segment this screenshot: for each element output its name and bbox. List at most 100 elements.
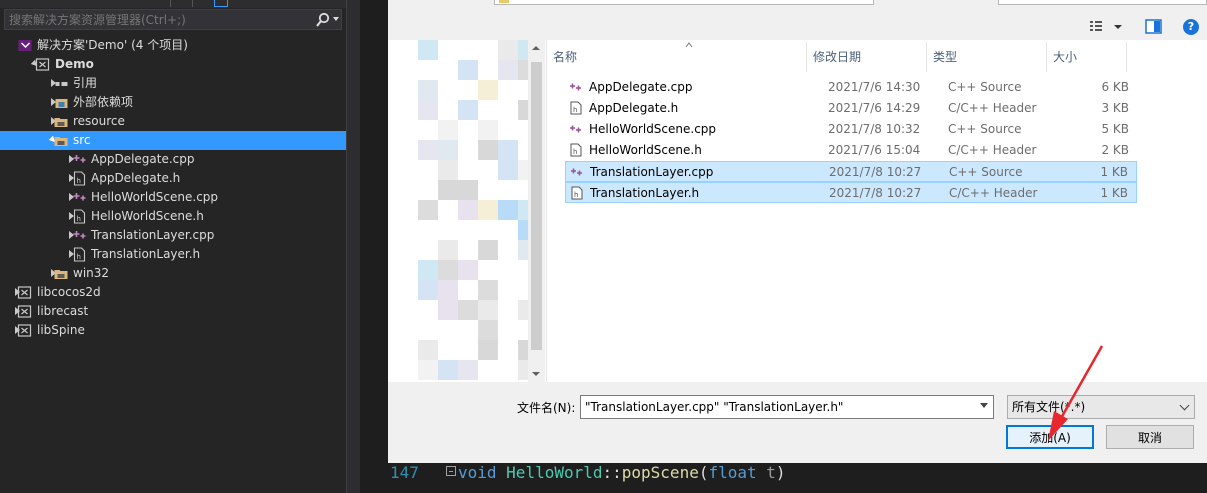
details-view-icon[interactable] <box>1088 18 1128 36</box>
toolbar-button[interactable] <box>170 0 184 7</box>
cpp-file-icon <box>570 125 581 133</box>
tree-item[interactable]: AppDelegate.cpp <box>0 150 346 169</box>
code-line[interactable]: void HelloWorld::popScene(float t) <box>458 463 786 482</box>
column-label: 大小 <box>1053 50 1078 64</box>
svg-text:h: h <box>574 191 578 199</box>
tree-item[interactable]: libSpine <box>0 321 346 340</box>
blurred-tile <box>418 360 438 380</box>
tree-item[interactable]: Demo <box>0 55 346 74</box>
file-type: C++ Source <box>948 122 1022 136</box>
file-row[interactable]: h TranslationLayer.h 2021/7/8 10:27 C/C++ H… <box>565 182 1137 203</box>
tree-item[interactable]: 引用 <box>0 74 346 93</box>
preview-pane-icon[interactable] <box>1145 19 1162 34</box>
blurred-tile <box>478 300 498 320</box>
blurred-tile <box>478 240 498 260</box>
file-row[interactable]: HelloWorldScene.cpp 2021/7/8 10:32 C++ Sou… <box>565 119 1137 140</box>
blurred-tile <box>458 60 478 80</box>
tree-item[interactable]: TranslationLayer.cpp <box>0 226 346 245</box>
tree-item[interactable]: librecast <box>0 302 346 321</box>
cpp-file-icon <box>73 193 86 201</box>
blurred-tile <box>438 180 458 200</box>
tree-item[interactable]: src <box>0 131 346 150</box>
blurred-tile <box>438 280 458 300</box>
file-list[interactable]: 名称 修改日期 类型 大小 AppDelegate.cpp 2021/7/6 14… <box>546 40 1207 382</box>
tree-item[interactable]: 解决方案'Demo' (4 个项目) <box>0 36 346 55</box>
tree-item[interactable]: h TranslationLayer.h <box>0 245 346 264</box>
file-row[interactable]: h AppDelegate.h 2021/7/6 14:29 C/C++ Header… <box>565 98 1137 119</box>
toolbar-button[interactable] <box>192 0 206 7</box>
column-header-date[interactable]: 修改日期 <box>807 42 927 72</box>
chevron-down-icon <box>1179 400 1190 411</box>
blurred-tile <box>458 360 478 380</box>
class-name: HelloWorld <box>506 463 603 482</box>
tree-item-label: AppDelegate.cpp <box>91 152 195 166</box>
svg-text:h: h <box>77 215 81 223</box>
tree-item[interactable]: h HelloWorldScene.h <box>0 207 346 226</box>
tree-item[interactable]: resource <box>0 112 346 131</box>
code-editor[interactable]: 147 void HelloWorld::popScene(float t) <box>360 463 1207 493</box>
cancel-button[interactable]: 取消 <box>1106 425 1194 449</box>
column-header-size[interactable]: 大小 <box>1047 42 1127 72</box>
file-row[interactable]: AppDelegate.cpp 2021/7/6 14:30 C++ Source 6… <box>565 77 1137 98</box>
blurred-tile <box>418 260 438 280</box>
tree-item[interactable]: h AppDelegate.h <box>0 169 346 188</box>
header-file-icon: h <box>571 186 583 200</box>
collapse-icon[interactable] <box>446 466 456 476</box>
blurred-tile <box>418 200 438 220</box>
scrollbar-thumb[interactable] <box>531 62 542 350</box>
tree-item-label: 外部依赖项 <box>73 95 134 109</box>
blurred-tile <box>498 160 518 180</box>
blurred-tile <box>478 340 498 360</box>
chevron-down-icon[interactable] <box>333 17 339 21</box>
cpp-file-icon <box>73 155 86 163</box>
explorer-search-input[interactable] <box>5 10 305 29</box>
tree-item-label: AppDelegate.h <box>91 171 181 185</box>
blurred-tile <box>498 40 518 60</box>
file-type-filter-select[interactable]: 所有文件(*.*) <box>1007 395 1195 419</box>
file-name: HelloWorldScene.h <box>589 143 702 157</box>
blurred-tile <box>458 100 478 120</box>
filter-folder-icon <box>54 118 68 127</box>
file-type: C/C++ Header <box>949 186 1038 200</box>
project-icon <box>17 286 32 299</box>
address-bar[interactable] <box>494 0 874 5</box>
cpp-file-icon <box>571 168 582 176</box>
tree-item[interactable]: 外部依赖项 <box>0 93 346 112</box>
navigation-pane[interactable] <box>388 40 546 382</box>
header-file-icon: h <box>570 101 582 115</box>
file-type: C/C++ Header <box>948 143 1037 157</box>
references-icon <box>55 82 68 86</box>
blurred-tile <box>498 200 518 220</box>
column-header-name[interactable]: 名称 <box>547 42 807 72</box>
tree-item[interactable]: libcocos2d <box>0 283 346 302</box>
navigation-scrollbar[interactable] <box>528 40 545 382</box>
blurred-tile <box>438 160 458 180</box>
filename-dropdown-icon[interactable] <box>980 403 988 408</box>
solution-icon <box>18 40 32 51</box>
file-date: 2021/7/6 14:29 <box>828 101 921 115</box>
blurred-tile <box>498 60 518 80</box>
explorer-search-box[interactable] <box>4 9 342 30</box>
tree-item[interactable]: HelloWorldScene.cpp <box>0 188 346 207</box>
tree-item[interactable]: win32 <box>0 264 346 283</box>
filename-input[interactable] <box>580 395 994 419</box>
column-label: 修改日期 <box>813 50 862 64</box>
filter-folder-icon <box>54 270 68 279</box>
file-row[interactable]: h HelloWorldScene.h 2021/7/6 15:04 C/C++ He… <box>565 140 1137 161</box>
toolbar-button-active[interactable] <box>214 0 228 7</box>
blurred-tile <box>418 140 438 160</box>
file-type: C/C++ Header <box>948 101 1037 115</box>
help-button[interactable]: ? <box>1183 19 1199 35</box>
file-type: C++ Source <box>948 80 1022 94</box>
file-size: 6 KB <box>1101 80 1129 94</box>
file-date: 2021/7/8 10:27 <box>829 165 922 179</box>
magnifier-icon[interactable] <box>315 11 331 29</box>
tree-item-label: libcocos2d <box>37 285 101 299</box>
panel-splitter[interactable] <box>346 0 360 493</box>
parameter-name: t <box>766 463 776 482</box>
dialog-search-box[interactable] <box>998 0 1207 5</box>
file-row[interactable]: TranslationLayer.cpp 2021/7/8 10:27 C++ So… <box>565 161 1137 182</box>
file-size: 1 KB <box>1100 165 1128 179</box>
column-header-type[interactable]: 类型 <box>927 42 1047 72</box>
add-button[interactable]: 添加(A) <box>1006 425 1094 449</box>
